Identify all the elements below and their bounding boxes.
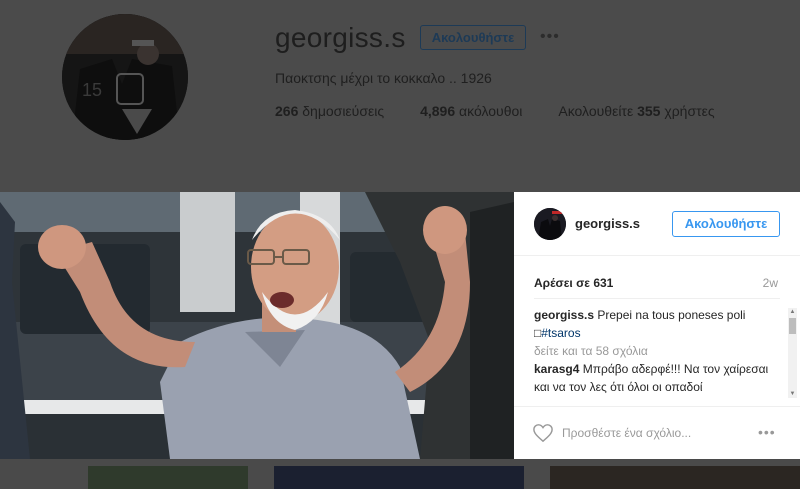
grid-thumbnail[interactable] (88, 466, 248, 489)
post-side-panel: georgiss.s Ακολουθήστε Αρέσει σε 631 2w … (514, 192, 800, 459)
grid-thumbnail[interactable] (274, 466, 524, 489)
profile-avatar[interactable]: 15 (62, 14, 188, 140)
profile-stats: 266 δημοσιεύσεις 4,896 ακόλουθοι Ακολουθ… (275, 103, 715, 119)
ellipsis-icon[interactable]: ••• (540, 28, 560, 46)
comment-item: karasg4 Μπράβο αδερφέ!!! Να τον χαίρεσαι… (534, 360, 784, 396)
post-header: georgiss.s Ακολουθήστε (514, 192, 800, 256)
caption-text: Prepei na tous poneses poli (597, 308, 746, 322)
comment-input[interactable] (562, 423, 732, 443)
svg-text:15: 15 (82, 80, 102, 100)
comment-username[interactable]: karasg4 (534, 362, 579, 376)
following-stat[interactable]: Ακολουθείτε 355 χρήστες (558, 103, 714, 119)
scroll-up-arrow-icon[interactable]: ▲ (788, 308, 797, 316)
author-username[interactable]: georgiss.s (575, 216, 640, 231)
posts-label: δημοσιεύσεις (302, 103, 385, 119)
followers-label: ακόλουθοι (459, 103, 523, 119)
post-photo[interactable] (0, 192, 514, 459)
post-time[interactable]: 2w (763, 276, 778, 290)
ellipsis-icon[interactable]: ••• (758, 424, 776, 440)
caption: georgiss.s Prepei na tous poneses poli □… (534, 306, 784, 342)
caption-username[interactable]: georgiss.s (534, 308, 594, 322)
profile-username: georgiss.s (275, 22, 406, 53)
following-suffix: χρήστες (664, 103, 715, 119)
followers-stat[interactable]: 4,896 ακόλουθοι (420, 103, 522, 119)
comments-list: georgiss.s Prepei na tous poneses poli □… (534, 306, 784, 398)
grid-thumbnail[interactable] (550, 466, 800, 489)
follow-button[interactable]: Ακολουθήστε (420, 25, 526, 50)
comments-scrollbar[interactable]: ▲ ▼ (788, 308, 797, 398)
likes-count[interactable]: Αρέσει σε 631 (534, 276, 613, 290)
heart-icon[interactable] (532, 423, 554, 443)
profile-bio: Παοκτσης μέχρι το κοκκαλο .. 1926 (275, 70, 492, 86)
author-avatar[interactable] (534, 208, 566, 240)
posts-stat: 266 δημοσιεύσεις (275, 103, 384, 119)
view-more-comments[interactable]: δείτε και τα 58 σχόλια (534, 342, 784, 360)
profile-header: 15 georgiss.s Ακολουθήστε ••• Παοκτσης μ… (0, 0, 800, 192)
comment-bar: ••• (514, 406, 800, 459)
hashtag-link[interactable]: #tsaros (541, 326, 580, 340)
posts-count: 266 (275, 103, 299, 119)
followers-count: 4,896 (420, 103, 456, 119)
following-prefix: Ακολουθείτε (558, 103, 634, 119)
follow-author-button[interactable]: Ακολουθήστε (672, 211, 780, 237)
scroll-down-arrow-icon[interactable]: ▼ (788, 390, 797, 398)
scroll-thumb[interactable] (789, 318, 796, 334)
following-count: 355 (637, 103, 661, 119)
divider (534, 298, 780, 299)
